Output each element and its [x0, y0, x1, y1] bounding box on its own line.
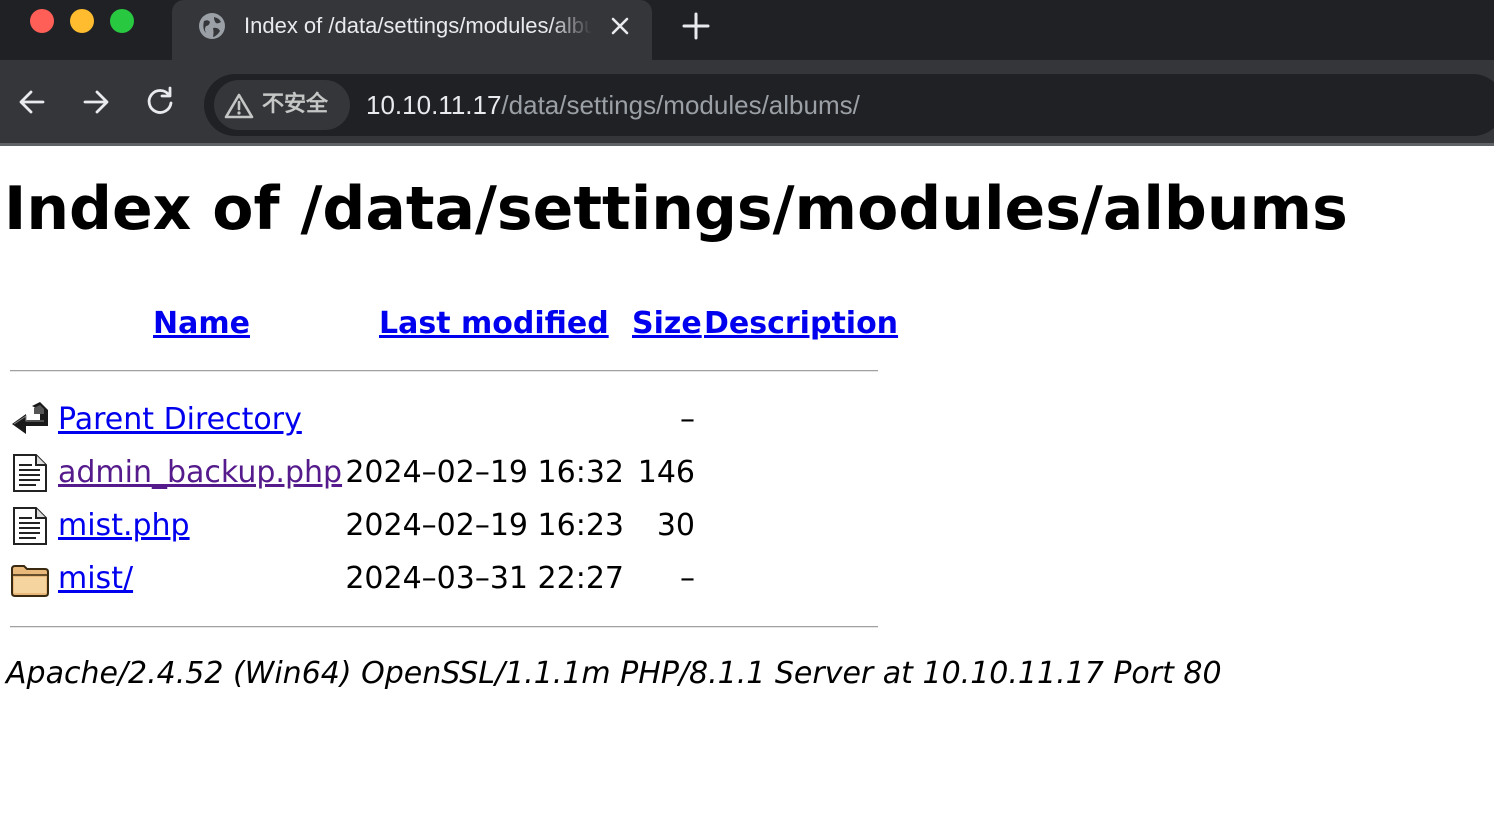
- text-file-icon: [13, 507, 47, 545]
- entry-link[interactable]: mist.php: [58, 508, 190, 544]
- entry-link[interactable]: Parent Directory: [58, 402, 302, 438]
- entry-modified: 2024–03–31 22:27: [345, 561, 624, 596]
- page-title: Index of /data/settings/modules/albums: [4, 174, 1348, 244]
- table-row: Parent Directory –: [0, 396, 900, 444]
- folder-icon: [11, 565, 49, 597]
- text-file-icon: [13, 454, 47, 492]
- entry-modified: 2024–02–19 16:32: [345, 455, 624, 490]
- url-text[interactable]: 10.10.11.17/data/settings/modules/albums…: [366, 88, 860, 122]
- footer-divider: [10, 626, 878, 628]
- column-header-last-modified[interactable]: Last modified: [379, 306, 609, 342]
- entry-modified: 2024–02–19 16:23: [345, 508, 624, 543]
- window-close-button[interactable]: [30, 9, 54, 33]
- globe-icon: [199, 13, 225, 39]
- close-icon[interactable]: [608, 14, 632, 38]
- active-tab[interactable]: Index of /data/settings/modules/albums: [172, 0, 652, 60]
- entry-size: 146: [637, 455, 695, 490]
- entry-size: –: [680, 561, 695, 596]
- entry-size: –: [680, 402, 695, 437]
- entry-link[interactable]: mist/: [58, 561, 133, 597]
- address-bar[interactable]: 不安全 10.10.11.17/data/settings/modules/al…: [204, 74, 1494, 136]
- security-label: 不安全: [262, 92, 329, 117]
- site-security-chip[interactable]: 不安全: [214, 80, 350, 130]
- table-row: admin_backup.php 2024–02–19 16:32 146: [0, 449, 900, 497]
- warning-triangle-icon: [224, 93, 254, 119]
- url-path: /data/settings/modules/albums/: [501, 90, 860, 120]
- browser-toolbar: 不安全 10.10.11.17/data/settings/modules/al…: [0, 60, 1494, 144]
- plus-icon[interactable]: [680, 10, 712, 42]
- window-minimize-button[interactable]: [70, 9, 94, 33]
- column-header-name[interactable]: Name: [153, 306, 250, 342]
- window-zoom-button[interactable]: [110, 9, 134, 33]
- url-host: 10.10.11.17: [366, 90, 502, 120]
- column-header-description[interactable]: Description: [704, 306, 898, 342]
- tab-title: Index of /data/settings/modules/albums: [244, 13, 592, 38]
- entry-size: 30: [656, 508, 695, 543]
- column-header-size[interactable]: Size: [632, 306, 702, 342]
- directory-listing-page: Index of /data/settings/modules/albums N…: [0, 146, 1494, 834]
- table-row: mist/ 2024–03–31 22:27 –: [0, 555, 900, 603]
- parent-directory-icon: [12, 402, 48, 434]
- arrow-left-icon[interactable]: [14, 84, 50, 120]
- tab-strip: Index of /data/settings/modules/albums: [0, 0, 1494, 60]
- server-signature: Apache/2.4.52 (Win64) OpenSSL/1.1.1m PHP…: [6, 656, 1222, 691]
- table-row: mist.php 2024–02–19 16:23 30: [0, 502, 900, 550]
- header-divider: [10, 370, 878, 372]
- arrow-right-icon[interactable]: [78, 84, 114, 120]
- reload-icon[interactable]: [142, 84, 178, 120]
- entry-link[interactable]: admin_backup.php: [58, 455, 342, 491]
